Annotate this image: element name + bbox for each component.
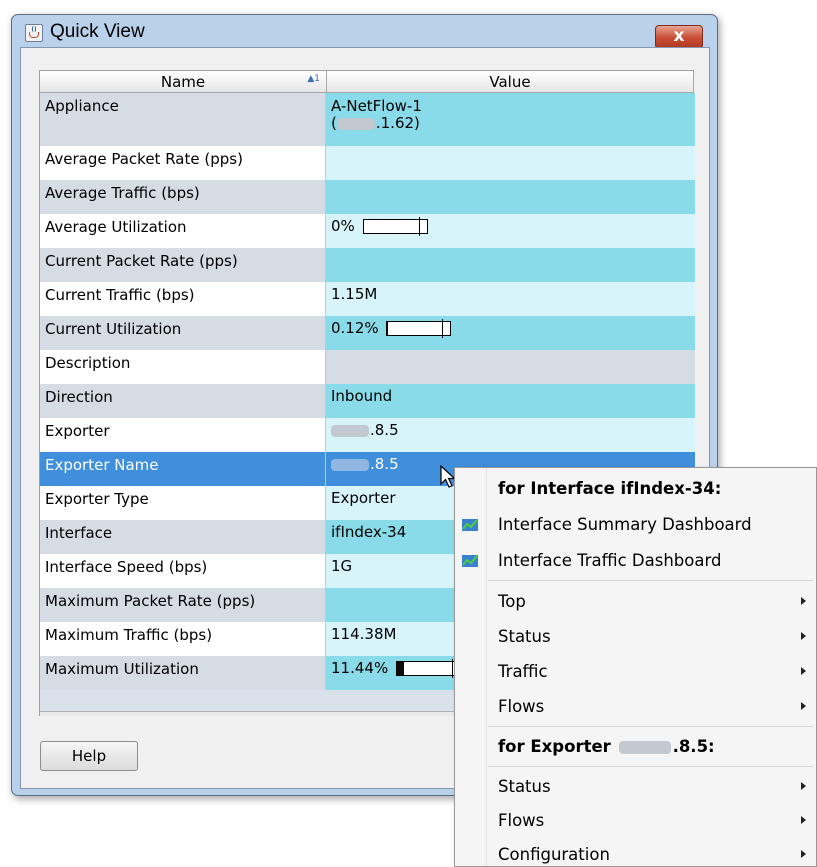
submenu-arrow-icon — [801, 850, 806, 858]
menu-header-interface: for Interface ifIndex-34: — [498, 479, 722, 498]
context-menu: for Interface ifIndex-34: Interface Summ… — [454, 467, 817, 867]
utilization-bar — [362, 217, 428, 236]
window-title: Quick View — [50, 21, 145, 42]
redacted-text — [336, 117, 375, 130]
redacted-text — [618, 741, 671, 754]
submenu-arrow-icon — [801, 667, 806, 675]
row-name: Interface Speed (bps) — [40, 554, 326, 588]
dashboard-chart-icon — [462, 555, 478, 567]
dashboard-chart-icon — [462, 519, 478, 531]
column-header-value[interactable]: Value — [327, 71, 694, 93]
row-name: Maximum Utilization — [40, 656, 326, 690]
menu-item-configuration[interactable]: Configuration — [455, 838, 816, 867]
row-value: A-NetFlow-1 (.1.62) — [326, 93, 695, 146]
menu-item-interface-summary-dashboard[interactable]: Interface Summary Dashboard — [455, 508, 816, 543]
table-row[interactable]: Average Utilization 0% — [40, 214, 695, 248]
row-name: Current Packet Rate (pps) — [40, 248, 326, 282]
row-value: 0% — [326, 214, 695, 248]
menu-item-flows[interactable]: Flows — [455, 690, 816, 725]
row-name: Current Utilization — [40, 316, 326, 350]
menu-item-status[interactable]: Status — [455, 620, 816, 655]
sort-ascending-icon: ▲1 — [307, 74, 320, 84]
close-icon: x — [673, 26, 685, 46]
utilization-bar — [395, 659, 461, 678]
utilization-text: 0.12% — [331, 319, 379, 337]
appliance-address: (.1.62) — [331, 114, 420, 132]
row-name: Interface — [40, 520, 326, 554]
row-name: Average Utilization — [40, 214, 326, 248]
menu-item-interface-traffic-dashboard[interactable]: Interface Traffic Dashboard — [455, 544, 816, 579]
close-button[interactable]: x — [655, 25, 703, 49]
menu-item-traffic[interactable]: Traffic — [455, 655, 816, 690]
row-name: Maximum Packet Rate (pps) — [40, 588, 326, 622]
submenu-arrow-icon — [801, 702, 806, 710]
row-name: Exporter — [40, 418, 326, 452]
table-row[interactable]: Average Traffic (bps) — [40, 180, 695, 214]
row-name: Exporter Name — [40, 452, 326, 486]
menu-item-exporter-status[interactable]: Status — [455, 770, 816, 805]
column-header-value-label: Value — [489, 73, 531, 91]
menu-separator — [488, 726, 813, 727]
row-name: Exporter Type — [40, 486, 326, 520]
appliance-name: A-NetFlow-1 — [331, 97, 422, 115]
menu-separator — [488, 580, 813, 581]
utilization-text: 0% — [331, 217, 355, 235]
row-value — [326, 350, 695, 384]
column-header-name-label: Name — [160, 73, 206, 91]
table-row[interactable]: Current Utilization 0.12% — [40, 316, 695, 350]
row-name: Description — [40, 350, 326, 384]
redacted-text — [331, 458, 369, 471]
utilization-text: 11.44% — [331, 659, 389, 677]
table-header: Name ▲1 Value — [40, 71, 694, 93]
row-value — [326, 146, 695, 180]
row-name: Maximum Traffic (bps) — [40, 622, 326, 656]
row-value — [326, 248, 695, 282]
submenu-arrow-icon — [801, 782, 806, 790]
menu-header-exporter: for Exporter .8.5: — [498, 737, 715, 756]
row-value: Inbound — [326, 384, 695, 418]
row-name: Average Traffic (bps) — [40, 180, 326, 214]
column-header-name[interactable]: Name ▲1 — [40, 71, 327, 93]
menu-item-top[interactable]: Top — [455, 585, 816, 620]
row-value — [326, 180, 695, 214]
redacted-text — [331, 424, 369, 437]
row-name: Appliance — [40, 93, 326, 146]
row-value: .8.5 — [326, 418, 695, 452]
submenu-arrow-icon — [801, 632, 806, 640]
utilization-bar — [386, 319, 452, 338]
table-row[interactable]: Current Packet Rate (pps) — [40, 248, 695, 282]
table-row[interactable]: Description — [40, 350, 695, 384]
submenu-arrow-icon — [801, 597, 806, 605]
table-row[interactable]: Current Traffic (bps) 1.15M — [40, 282, 695, 316]
java-app-icon — [25, 24, 43, 42]
menu-item-exporter-flows[interactable]: Flows — [455, 804, 816, 839]
row-name: Direction — [40, 384, 326, 418]
help-button[interactable]: Help — [40, 741, 138, 771]
submenu-arrow-icon — [801, 816, 806, 824]
row-value: 0.12% — [326, 316, 695, 350]
table-row[interactable]: Exporter .8.5 — [40, 418, 695, 452]
title-bar[interactable]: Quick View x — [12, 15, 717, 49]
row-name: Current Traffic (bps) — [40, 282, 326, 316]
table-row[interactable]: Appliance A-NetFlow-1 (.1.62) — [40, 93, 695, 146]
row-name: Average Packet Rate (pps) — [40, 146, 326, 180]
menu-separator — [488, 766, 813, 767]
table-row[interactable]: Direction Inbound — [40, 384, 695, 418]
table-row[interactable]: Average Packet Rate (pps) — [40, 146, 695, 180]
row-value: 1.15M — [326, 282, 695, 316]
